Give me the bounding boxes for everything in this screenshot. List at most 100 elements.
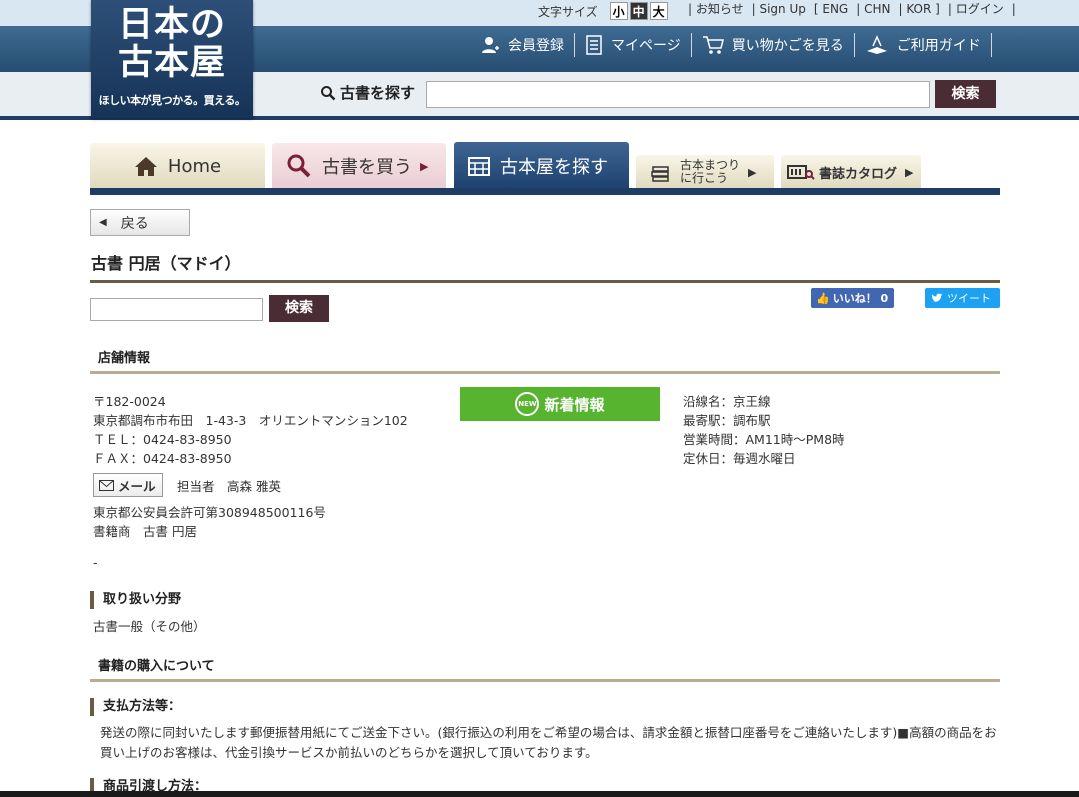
like-label: いいね！ 0 [832, 292, 889, 305]
bottom-edge [0, 791, 1079, 797]
shop-info-divider [90, 371, 1000, 374]
new-arrivals-button[interactable]: NEW 新着情報 [460, 387, 660, 421]
home-icon [134, 157, 157, 176]
top-links: | お知らせ | Sign Up [ ENG | CHN | KOR ] | ロ… [684, 0, 1020, 22]
link-eng[interactable]: [ ENG [810, 0, 852, 22]
register-label: 会員登録 [508, 38, 564, 54]
user-add-icon [482, 37, 499, 53]
book-search-button[interactable]: 検索 [935, 80, 996, 108]
tab-find-shop[interactable]: 古本屋を探す [454, 142, 629, 189]
main-tabs: Home 古書を買う ▶ 古本屋を探す 古本まつり に行こう ▶ 書誌カタログ ▶ [90, 142, 1000, 189]
shop-access-info: 沿線名：京王線 最寄駅：調布駅 営業時間：AM11時～PM8時 定休日：毎週水曜… [683, 392, 845, 468]
purchase-heading: 書籍の購入について [98, 659, 215, 674]
cart-icon [702, 36, 724, 54]
guide-link[interactable]: ご利用ガイド [855, 33, 992, 57]
shop-info-heading: 店舗情報 [98, 351, 151, 366]
font-size-small[interactable]: 小 [609, 2, 628, 20]
font-size-medium[interactable]: 中 [629, 2, 648, 20]
logo-tagline: ほしい本が見つかる。買える。 [98, 94, 246, 107]
tab-buy-label: 古書を買う [322, 157, 412, 178]
books-icon [651, 166, 669, 182]
new-badge-icon: NEW [515, 392, 540, 416]
tab-fest-line1: 古本まつり [680, 158, 741, 172]
building-icon [468, 156, 490, 176]
fax: ＦＡＸ：0424-83-8950 [93, 451, 232, 466]
address: 東京都調布市布田 1-43-3 オリエントマンション102 [93, 413, 408, 428]
mail-label: メール [118, 478, 156, 494]
twitter-bird-icon [931, 293, 943, 302]
search-icon [321, 85, 336, 100]
payment-text: 発送の際に同封いたします郵便振替用紙にてご送金下さい。(銀行振込の利用をご希望の… [100, 725, 997, 760]
purchase-divider [90, 679, 1000, 682]
facebook-like-button[interactable]: 👍 いいね！ 0 [811, 288, 894, 308]
tweet-button[interactable]: ツイート [925, 288, 1000, 308]
tab-book-festival[interactable]: 古本まつり に行こう ▶ [636, 155, 774, 189]
logo-line1: 日本の [117, 4, 226, 45]
back-button[interactable]: ◀ 戻る [90, 209, 190, 236]
genre-value: 古書一般（その他） [93, 619, 206, 634]
tab-fest-line2: に行こう [680, 171, 729, 185]
page-title: 古書 円居（マドイ） [91, 254, 241, 273]
tab-buy-books[interactable]: 古書を買う ▶ [272, 143, 446, 189]
extra-info: - [93, 555, 98, 570]
back-label: 戻る [120, 215, 149, 232]
shop-search-input[interactable] [90, 298, 263, 321]
payment-heading: 支払方法等： [90, 698, 181, 716]
notebook-icon [586, 35, 602, 55]
chevron-right-icon: ▶ [905, 165, 914, 179]
nearest-station: 最寄駅：調布駅 [683, 413, 771, 428]
logo-line2: 古本屋 [117, 42, 226, 83]
shop-contact-info: 〒182-0024 東京都調布市布田 1-43-3 オリエントマンション102 … [93, 392, 408, 468]
tab-catalog-label: 書誌カタログ [819, 166, 898, 182]
book-search-label: 古書を探す [320, 82, 415, 103]
tab-home-label: Home [167, 155, 222, 177]
cart-label: 買い物かごを見る [731, 38, 844, 54]
top-links-end: | [1011, 2, 1016, 16]
magnifier-icon [287, 154, 311, 178]
font-size-selector: 文字サイズ 小 中 大 [538, 0, 670, 22]
main-links: 会員登録 マイページ 買い物かごを見る ご利用ガイド [470, 30, 992, 60]
new-arrivals-label: 新着情報 [544, 395, 605, 414]
chevron-right-icon: ▶ [748, 165, 757, 179]
link-signup[interactable]: | Sign Up [748, 0, 810, 22]
cart-link[interactable]: 買い物かごを見る [692, 33, 855, 57]
dealer-name: 書籍商 古書 円居 [93, 524, 197, 539]
tab-home[interactable]: Home [90, 143, 265, 189]
font-size-large[interactable]: 大 [649, 2, 668, 20]
telephone: ＴＥＬ：0424-83-8950 [93, 432, 232, 447]
mail-button[interactable]: メール [93, 473, 163, 497]
chevron-left-icon: ◀ [99, 217, 107, 228]
mypage-label: マイページ [611, 38, 681, 54]
chevron-right-icon: ▶ [420, 159, 429, 173]
contact-person: 担当者 高森 雅英 [177, 479, 281, 494]
link-chn[interactable]: | CHN [852, 0, 894, 22]
tab-catalog[interactable]: 書誌カタログ ▶ [781, 155, 921, 189]
postal-code: 〒182-0024 [93, 394, 166, 409]
train-line: 沿線名：京王線 [683, 394, 771, 409]
guide-label: ご利用ガイド [896, 38, 981, 54]
guide-book-icon [866, 35, 887, 54]
mypage-link[interactable]: マイページ [575, 33, 692, 57]
shop-search-button[interactable]: 検索 [269, 295, 329, 322]
link-kor[interactable]: | KOR ] [894, 0, 943, 22]
book-search-input[interactable] [426, 81, 930, 108]
site-logo[interactable]: 日本の 古本屋 ほしい本が見つかる。買える。 [91, 0, 253, 118]
tweet-label: ツイート [947, 292, 991, 305]
catalog-icon [787, 165, 815, 180]
tab-shop-label: 古本屋を探す [500, 156, 608, 178]
genre-heading: 取り扱い分野 [90, 591, 181, 609]
thumbs-up-icon: 👍 [816, 291, 830, 305]
register-link[interactable]: 会員登録 [470, 33, 575, 57]
license-info: 東京都公安員会許可第308948500116号 書籍商 古書 円居 [93, 503, 326, 541]
book-search-text: 古書を探す [340, 84, 416, 102]
tab-underline [90, 188, 1000, 195]
font-size-label: 文字サイズ [538, 4, 598, 19]
link-news[interactable]: | お知らせ [684, 0, 748, 22]
title-divider [90, 280, 1000, 283]
license-number: 東京都公安員会許可第308948500116号 [93, 505, 326, 520]
closed-days: 定休日：毎週水曜日 [683, 451, 796, 466]
tab-fest-text: 古本まつり に行こう [680, 159, 740, 185]
envelope-icon [99, 479, 114, 491]
link-login[interactable]: | ログイン [944, 0, 1008, 22]
business-hours: 営業時間：AM11時～PM8時 [683, 432, 845, 447]
